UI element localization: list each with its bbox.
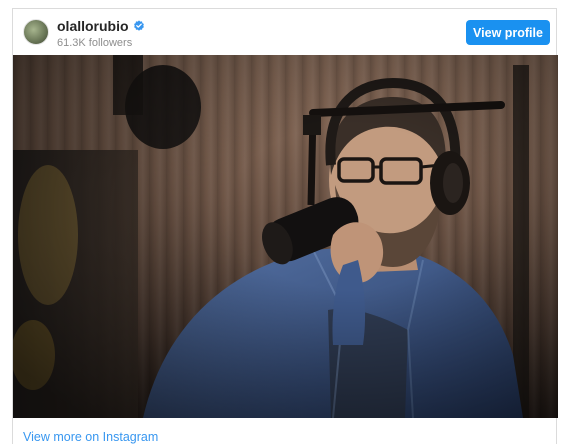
- username-row: olallorubio: [57, 18, 145, 34]
- verified-badge-icon: [133, 20, 144, 31]
- post-footer: View more on Instagram: [13, 418, 558, 446]
- follower-count: 61.3K followers: [57, 37, 133, 49]
- view-more-link[interactable]: View more on Instagram: [23, 430, 158, 444]
- avatar[interactable]: [23, 19, 49, 45]
- view-profile-button[interactable]: View profile: [466, 20, 550, 45]
- instagram-embed: olallorubio 61.3K followers View profile: [12, 8, 558, 446]
- post-photo[interactable]: [13, 55, 558, 418]
- username[interactable]: olallorubio: [57, 18, 129, 34]
- user-info: olallorubio 61.3K followers: [57, 18, 145, 50]
- photo-illustration: [13, 55, 558, 418]
- post-header: olallorubio 61.3K followers View profile: [13, 9, 558, 56]
